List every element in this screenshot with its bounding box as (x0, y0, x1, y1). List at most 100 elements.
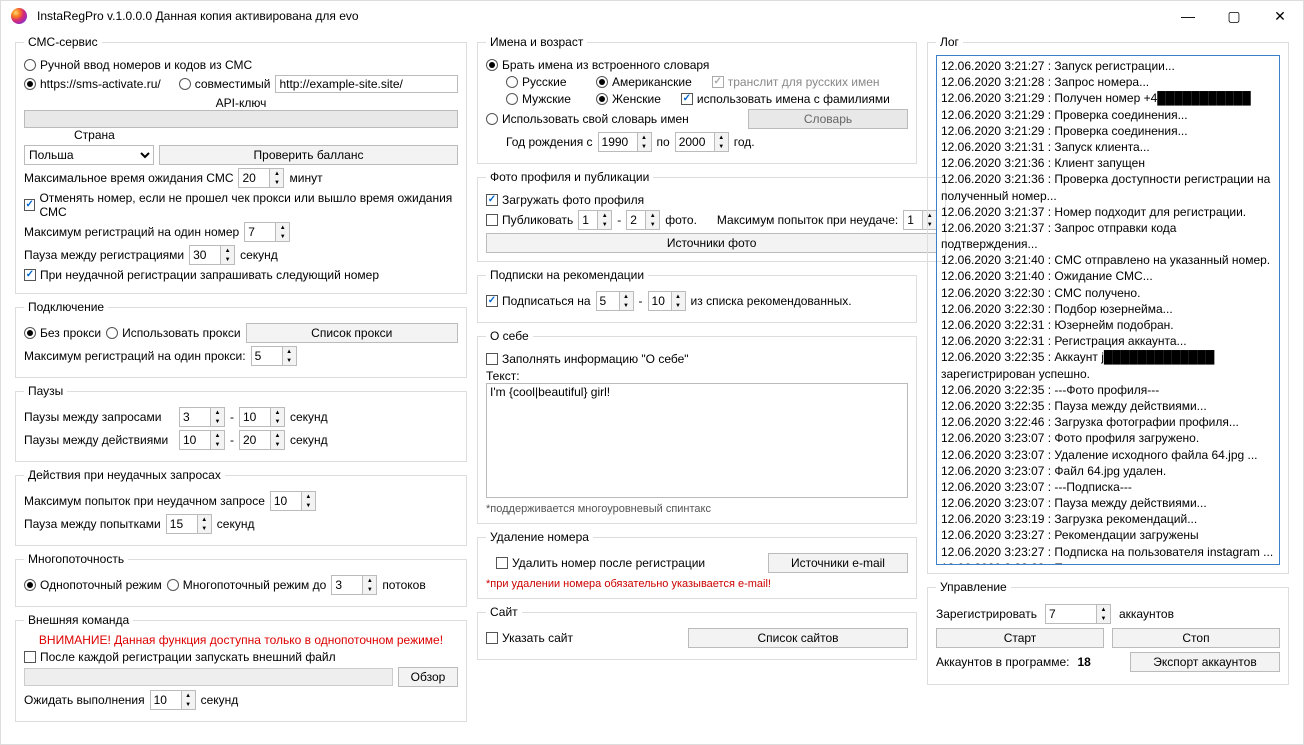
log-line: 12.06.2020 3:23:19 : Загрузка рекомендац… (941, 511, 1275, 527)
log-line: 12.06.2020 3:21:36 : Клиент запущен (941, 155, 1275, 171)
req-pause-to[interactable]: ▲▼ (239, 407, 285, 427)
log-line: 12.06.2020 3:23:07 : ---Подписка--- (941, 479, 1275, 495)
year-to-spinner[interactable]: ▲▼ (675, 132, 729, 152)
publish-from-spinner[interactable]: ▲▼ (578, 210, 612, 230)
sms-service-group: СМС-сервис Ручной ввод номеров и кодов и… (15, 35, 467, 294)
log-line: 12.06.2020 3:21:40 : СМС отправлено на у… (941, 252, 1275, 268)
upload-photo-check[interactable]: Загружать фото профиля (486, 193, 644, 207)
thread-count-spinner[interactable]: ▲▼ (331, 575, 377, 595)
log-line: 12.06.2020 3:21:40 : Ожидание СМС... (941, 268, 1275, 284)
max-attempts-spinner[interactable]: ▲▼ (270, 491, 316, 511)
log-line: 12.06.2020 3:21:29 : Проверка соединения… (941, 107, 1275, 123)
run-ext-file-check[interactable]: После каждой регистрации запускать внешн… (24, 650, 336, 664)
translit-check: транслит для русских имен (712, 75, 880, 89)
log-line: 12.06.2020 3:22:46 : Загрузка фотографии… (941, 414, 1275, 430)
stop-button[interactable]: Стоп (1112, 628, 1280, 648)
delete-number-check[interactable]: Удалить номер после регистрации (486, 556, 705, 570)
connection-group: Подключение Без прокси Использовать прок… (15, 300, 467, 378)
publish-to-spinner[interactable]: ▲▼ (626, 210, 660, 230)
site-list-button[interactable]: Список сайтов (688, 628, 908, 648)
subs-group: Подписки на рекомендации Подписаться на … (477, 268, 917, 323)
log-line: 12.06.2020 3:21:31 : Запуск клиента... (941, 139, 1275, 155)
start-button[interactable]: Старт (936, 628, 1104, 648)
retry-pause-spinner[interactable]: ▲▼ (166, 514, 212, 534)
check-balance-button[interactable]: Проверить балланс (159, 145, 458, 165)
log-line: 12.06.2020 3:22:31 : Регистрация аккаунт… (941, 333, 1275, 349)
single-thread-radio[interactable]: Однопоточный режим (24, 578, 162, 592)
browse-button[interactable]: Обзор (398, 667, 458, 687)
no-proxy-radio[interactable]: Без прокси (24, 326, 101, 340)
multi-thread-radio[interactable]: Многопоточный режим до (167, 578, 327, 592)
compat-url-input[interactable] (275, 75, 458, 93)
reg-pause-spinner[interactable]: ▲▼ (189, 245, 235, 265)
country-select[interactable]: Польша (24, 145, 154, 165)
specify-site-check[interactable]: Указать сайт (486, 631, 573, 645)
log-line: 12.06.2020 3:22:35 : Пауза между действи… (941, 398, 1275, 414)
act-pause-to[interactable]: ▲▼ (239, 430, 285, 450)
log-line: 12.06.2020 3:21:28 : Запрос номера... (941, 74, 1275, 90)
use-proxy-radio[interactable]: Использовать прокси (106, 326, 241, 340)
api-key-label: API-ключ (24, 96, 458, 110)
sms-compat-radio[interactable]: совместимый (179, 77, 271, 91)
email-sources-button[interactable]: Источники e-mail (768, 553, 908, 573)
log-line: 12.06.2020 3:23:27 : Рекомендации загруж… (941, 527, 1275, 543)
log-line: 12.06.2020 3:23:07 : Файл 64.jpg удален. (941, 463, 1275, 479)
log-line: 12.06.2020 3:23:07 : Пауза между действи… (941, 495, 1275, 511)
window-title: InstaRegPro v.1.0.0.0 Данная копия актив… (37, 9, 359, 23)
export-button[interactable]: Экспорт аккаунтов (1130, 652, 1280, 672)
proxy-list-button[interactable]: Список прокси (246, 323, 458, 343)
req-pause-from[interactable]: ▲▼ (179, 407, 225, 427)
log-line: 12.06.2020 3:21:37 : Запрос отправки код… (941, 220, 1275, 252)
register-count-spinner[interactable]: ▲▼ (1045, 604, 1111, 624)
fill-about-check[interactable]: Заполнять информацию "О себе" (486, 352, 689, 366)
photo-sources-button[interactable]: Источники фото (486, 233, 937, 253)
act-pause-from[interactable]: ▲▼ (179, 430, 225, 450)
sub-from-spinner[interactable]: ▲▼ (596, 291, 634, 311)
threads-group: Многопоточность Однопоточный режим Много… (15, 552, 467, 607)
api-key-input[interactable] (24, 110, 458, 128)
builtin-names-radio[interactable]: Брать имена из встроенного словаря (486, 58, 709, 72)
sms-url-radio[interactable]: https://sms-activate.ru/ (24, 77, 161, 91)
log-output[interactable]: 12.06.2020 3:21:27 : Запуск регистрации.… (936, 55, 1280, 565)
sms-legend: СМС-сервис (24, 35, 102, 49)
log-line: 12.06.2020 3:21:29 : Проверка соединения… (941, 123, 1275, 139)
country-label: Страна (74, 128, 458, 142)
ext-file-path (24, 668, 393, 686)
female-radio[interactable]: Женские (596, 92, 661, 106)
log-group: Лог 12.06.2020 3:21:27 : Запуск регистра… (927, 35, 1289, 574)
sms-manual-radio[interactable]: Ручной ввод номеров и кодов из СМС (24, 58, 252, 72)
publish-check[interactable]: Публиковать (486, 213, 573, 227)
max-reg-spinner[interactable]: ▲▼ (244, 222, 290, 242)
retry-next-number-check[interactable]: При неудачной регистрации запрашивать сл… (24, 268, 379, 282)
dictionary-button[interactable]: Словарь (748, 109, 908, 129)
sub-to-spinner[interactable]: ▲▼ (648, 291, 686, 311)
cancel-number-check[interactable]: Отменять номер, если не прошел чек прокс… (24, 191, 458, 219)
delete-group: Удаление номера Удалить номер после реги… (477, 530, 917, 599)
titlebar: InstaRegPro v.1.0.0.0 Данная копия актив… (1, 1, 1303, 31)
about-text-input[interactable]: I'm {cool|beautiful} girl! (486, 383, 908, 498)
own-dict-radio[interactable]: Использовать свой словарь имен (486, 112, 689, 126)
app-icon (11, 8, 27, 24)
american-radio[interactable]: Американские (596, 75, 692, 89)
max-reg-proxy-spinner[interactable]: ▲▼ (251, 346, 297, 366)
log-line: 12.06.2020 3:21:29 : Получен номер +4███… (941, 90, 1275, 106)
maximize-button[interactable]: ▢ (1211, 1, 1257, 31)
russian-radio[interactable]: Русские (506, 75, 591, 89)
sms-wait-spinner[interactable]: ▲▼ (238, 168, 284, 188)
ext-wait-spinner[interactable]: ▲▼ (150, 690, 196, 710)
log-line: 12.06.2020 3:22:30 : СМС получено. (941, 285, 1275, 301)
ext-cmd-group: Внешняя команда ВНИМАНИЕ! Данная функция… (15, 613, 467, 722)
photo-group: Фото профиля и публикации Загружать фото… (477, 170, 946, 262)
control-group: Управление Зарегистрировать ▲▼ аккаунтов… (927, 580, 1289, 685)
minimize-button[interactable]: — (1165, 1, 1211, 31)
year-from-spinner[interactable]: ▲▼ (598, 132, 652, 152)
close-button[interactable]: ✕ (1257, 1, 1303, 31)
log-line: 12.06.2020 3:22:30 : Подбор юзернейма... (941, 301, 1275, 317)
male-radio[interactable]: Мужские (506, 92, 591, 106)
log-line: 12.06.2020 3:21:27 : Запуск регистрации.… (941, 58, 1275, 74)
subscribe-check[interactable]: Подписаться на (486, 294, 591, 308)
ext-warning: ВНИМАНИЕ! Данная функция доступна только… (24, 633, 458, 647)
site-group: Сайт Указать сайт Список сайтов (477, 605, 917, 660)
surnames-check[interactable]: использовать имена с фамилиями (681, 92, 890, 106)
pauses-group: Паузы Паузы между запросами ▲▼ - ▲▼ секу… (15, 384, 467, 462)
